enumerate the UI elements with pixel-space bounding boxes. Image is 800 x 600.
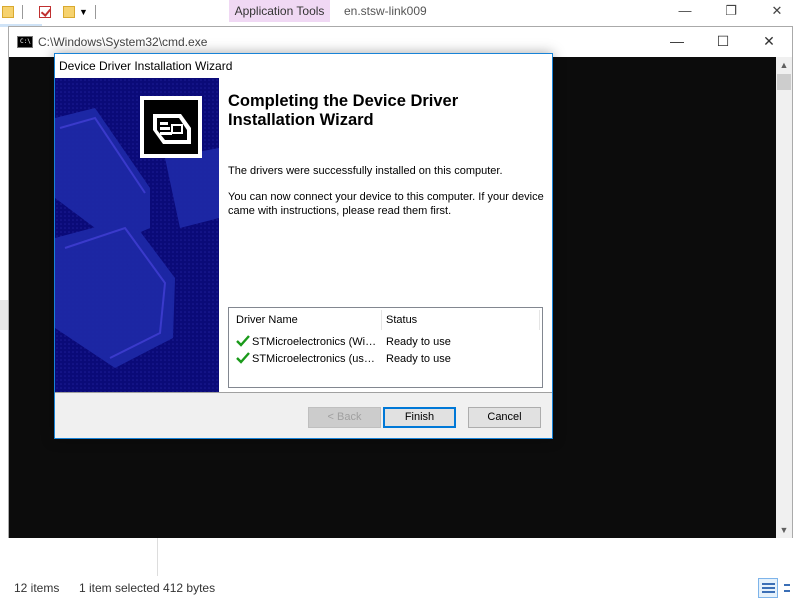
column-divider xyxy=(157,538,158,578)
driver-name: STMicroelectronics (WinUSB) xyxy=(252,336,377,348)
scroll-up-icon[interactable]: ▲ xyxy=(776,57,792,73)
toolbar-divider xyxy=(95,5,96,19)
wizard-heading: Completing the Device Driver Installatio… xyxy=(228,92,459,129)
explorer-window-title: en.stsw-link009 xyxy=(344,4,427,18)
driver-list[interactable]: Driver Name Status STMicroelectronics (W… xyxy=(228,307,543,388)
minimize-button[interactable]: — xyxy=(662,0,708,24)
cmd-title: C:\Windows\System32\cmd.exe xyxy=(38,35,208,49)
details-view-icon[interactable] xyxy=(758,578,778,598)
driver-list-header: Driver Name Status xyxy=(229,308,542,332)
item-count: 12 items xyxy=(14,581,60,595)
properties-icon[interactable] xyxy=(39,6,51,18)
restore-button[interactable]: ❐ xyxy=(708,0,754,24)
large-icons-view-icon[interactable] xyxy=(780,578,800,598)
banner-artwork xyxy=(55,78,219,392)
selection-info: 1 item selected 412 bytes xyxy=(79,581,216,595)
column-header-driver-name[interactable]: Driver Name xyxy=(236,314,298,326)
instructions-message: You can now connect your device to this … xyxy=(228,191,544,217)
minimize-button[interactable]: — xyxy=(654,27,700,57)
cancel-button[interactable]: Cancel xyxy=(468,407,541,428)
back-button[interactable]: < Back xyxy=(308,407,381,428)
close-button[interactable]: ✕ xyxy=(746,27,792,57)
wizard-banner-image xyxy=(55,78,219,392)
driver-wizard-dialog: Device Driver Installation Wizard Comple… xyxy=(54,53,553,439)
explorer-nav-pane-edge xyxy=(0,300,8,330)
column-divider[interactable] xyxy=(539,310,540,330)
toolbar-divider xyxy=(22,5,23,19)
vertical-scrollbar[interactable]: ▲ ▼ xyxy=(776,57,792,538)
wizard-footer: < Back Finish Cancel xyxy=(55,393,552,438)
view-toggle xyxy=(758,578,800,598)
quick-access-toolbar: ▼ xyxy=(0,0,96,24)
explorer-ribbon: ▼ Application Tools en.stsw-link009 — ❐ … xyxy=(0,0,800,27)
close-button[interactable]: ✕ xyxy=(754,0,800,24)
table-row[interactable]: STMicroelectronics (WinUSB) Ready to use xyxy=(229,334,542,351)
checkmark-icon xyxy=(236,352,250,364)
driver-status: Ready to use xyxy=(386,353,451,365)
finish-button[interactable]: Finish xyxy=(383,407,456,428)
folder-icon[interactable] xyxy=(2,6,14,18)
driver-status: Ready to use xyxy=(386,336,451,348)
table-row[interactable]: STMicroelectronics (usbser) Ready to use xyxy=(229,351,542,368)
driver-name: STMicroelectronics (usbser) xyxy=(252,353,377,365)
checkmark-icon xyxy=(236,335,250,347)
maximize-button[interactable]: ☐ xyxy=(700,27,746,57)
wizard-title: Device Driver Installation Wizard xyxy=(59,59,233,73)
tab-application-tools[interactable]: Application Tools xyxy=(229,0,330,22)
scroll-thumb[interactable] xyxy=(777,74,791,90)
column-header-status[interactable]: Status xyxy=(386,314,417,326)
new-folder-icon[interactable] xyxy=(63,6,75,18)
wizard-content: Completing the Device Driver Installatio… xyxy=(55,76,552,392)
column-divider[interactable] xyxy=(381,310,382,330)
status-bar: 12 items 1 item selected 412 bytes xyxy=(0,576,800,600)
explorer-window-controls: — ❐ ✕ xyxy=(662,0,800,24)
customize-dropdown-icon[interactable]: ▼ xyxy=(79,7,88,17)
cmd-icon: C:\ xyxy=(17,36,33,48)
scroll-down-icon[interactable]: ▼ xyxy=(776,522,792,538)
wizard-titlebar[interactable]: Device Driver Installation Wizard xyxy=(55,54,552,76)
cmd-window-controls: — ☐ ✕ xyxy=(654,27,792,57)
success-message: The drivers were successfully installed … xyxy=(228,165,503,177)
